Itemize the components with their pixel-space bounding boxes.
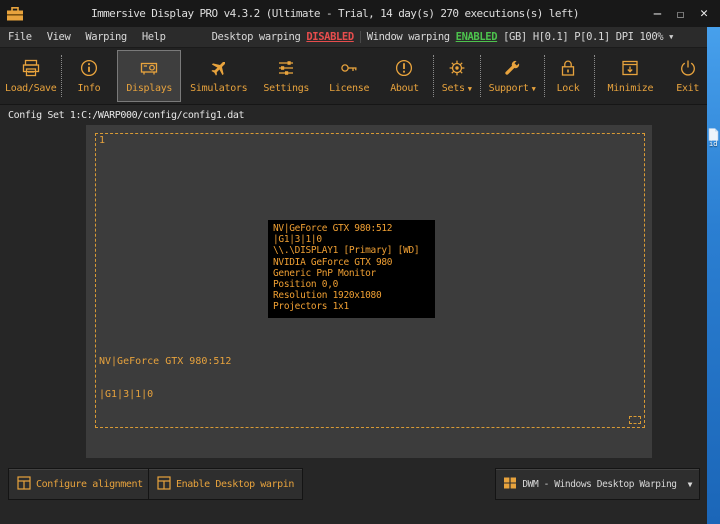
toolbar: Load/Save Info Displays Simulators Setti…: [0, 48, 707, 105]
configure-alignment-button[interactable]: Configure alignment: [8, 468, 152, 500]
about-button[interactable]: About: [382, 50, 427, 102]
dropdown-caret-icon: ▼: [687, 479, 693, 489]
menubar: File View Warping Help Desktop warping D…: [0, 27, 707, 48]
minimize-window-button[interactable]: ─: [654, 7, 661, 21]
displays-button[interactable]: Displays: [117, 50, 182, 102]
window-warping-label: Window warping: [366, 31, 450, 43]
minimize-window-icon: [620, 58, 640, 81]
bottom-bar: Configure alignment Enable Desktop warpi…: [0, 462, 707, 524]
display-panel: 1 NV|GeForce GTX 980:512 |G1|3|1|0 NV|Ge…: [86, 125, 652, 458]
menubar-divider: [359, 31, 361, 43]
gpu-label-line: |G1|3|1|0: [99, 389, 154, 400]
sets-label: Sets: [441, 83, 465, 94]
desktop-warping-status[interactable]: DISABLED: [306, 31, 354, 43]
menu-item-warping[interactable]: Warping: [85, 31, 127, 43]
menu-item-file[interactable]: File: [8, 31, 32, 43]
toolbar-separator: [432, 55, 434, 97]
info-label: Info: [77, 83, 101, 94]
dpi-indicator[interactable]: DPI 100%: [616, 31, 664, 43]
wrench-icon: [502, 58, 522, 81]
alignment-grid-icon: [17, 475, 31, 493]
app-icon[interactable]: [6, 5, 24, 26]
about-label: About: [390, 83, 419, 94]
exit-label: Exit: [676, 83, 700, 94]
tooltip-line: Position 0,0: [273, 279, 339, 291]
chevron-down-icon: ▼: [531, 84, 536, 93]
app-window: id Immersive Display PRO v4.3.2 (Ultimat…: [0, 0, 720, 524]
desktop-warping-label: Desktop warping: [211, 31, 301, 43]
license-button[interactable]: License: [322, 50, 376, 102]
window-titlebar: Immersive Display PRO v4.3.2 (Ultimate -…: [0, 0, 720, 27]
tooltip-line: Resolution 1920x1080: [273, 290, 382, 302]
gpu-label-line: NV|GeForce GTX 980:512: [99, 356, 232, 367]
tooltip-line: NV|GeForce GTX 980:512: [273, 223, 393, 234]
simulators-button[interactable]: Simulators: [185, 50, 252, 102]
airplane-icon: [209, 58, 229, 81]
gear-icon: [447, 58, 467, 81]
heading-pitch-indicator: H[0.1] P[0.1]: [532, 31, 610, 43]
support-label: Support: [488, 83, 529, 94]
minimize-label: Minimize: [607, 83, 654, 94]
lock-button[interactable]: Lock: [548, 50, 589, 102]
about-icon: [394, 58, 414, 81]
save-icon: [21, 58, 41, 81]
config-path-text: Config Set 1:C:/WARP000/config/config1.d…: [8, 110, 245, 121]
menu-item-view[interactable]: View: [47, 31, 71, 43]
tooltip-line: Projectors 1x1: [273, 301, 349, 313]
power-icon: [678, 58, 698, 81]
tooltip-line: NVIDIA GeForce GTX 980: [273, 256, 393, 268]
license-label: License: [329, 83, 370, 94]
tooltip-line: Generic PnP Monitor: [273, 267, 376, 279]
tooltip-line: \\.\DISPLAY1 [Primary] [WD]: [273, 245, 420, 257]
maximize-window-button[interactable]: ☐: [677, 7, 684, 21]
toolbar-separator: [479, 55, 481, 97]
lock-icon: [558, 58, 578, 81]
display-info-tooltip: NV|GeForce GTX 980:512 |G1|3|1|0 \\.\DIS…: [268, 220, 435, 318]
toolbar-separator: [543, 55, 545, 97]
configure-alignment-label: Configure alignment: [36, 478, 143, 490]
window-warping-status[interactable]: ENABLED: [456, 31, 498, 43]
enable-desktop-warping-button[interactable]: Enable Desktop warpin: [148, 468, 304, 500]
close-window-button[interactable]: ✕: [700, 6, 708, 21]
gpu-label: NV|GeForce GTX 980:512 |G1|3|1|0: [99, 334, 231, 422]
load-save-label: Load/Save: [5, 83, 57, 94]
enable-desktop-warping-label: Enable Desktop warpin: [176, 478, 295, 490]
menu-item-help[interactable]: Help: [142, 31, 166, 43]
settings-icon: [276, 58, 296, 81]
desktop-icon-label: id: [709, 140, 718, 148]
support-button[interactable]: Support ▼: [484, 50, 541, 102]
displays-label: Displays: [126, 83, 173, 94]
windows-logo-icon: [503, 476, 517, 493]
warping-mode-label: DWM - Windows Desktop Warping: [522, 478, 677, 490]
displays-icon: [139, 58, 159, 81]
chevron-down-icon: ▼: [467, 84, 472, 93]
gb-indicator: [GB]: [503, 31, 527, 43]
toolbar-separator: [60, 55, 62, 97]
settings-button[interactable]: Settings: [256, 50, 316, 102]
display-layout-area: 1 NV|GeForce GTX 980:512 |G1|3|1|0 NV|Ge…: [0, 122, 707, 462]
info-button[interactable]: Info: [69, 50, 110, 102]
window-title: Immersive Display PRO v4.3.2 (Ultimate -…: [91, 7, 579, 20]
resize-handle[interactable]: [629, 416, 641, 424]
load-save-button[interactable]: Load/Save: [4, 50, 58, 102]
simulators-label: Simulators: [190, 83, 248, 94]
exit-button[interactable]: Exit: [666, 50, 709, 102]
sets-button[interactable]: Sets ▼: [437, 50, 477, 102]
lock-label: Lock: [556, 83, 580, 94]
tooltip-line: |G1|3|1|0: [273, 234, 322, 246]
key-icon: [339, 58, 359, 81]
dpi-caret-icon[interactable]: ▼: [669, 33, 673, 41]
warping-mode-select[interactable]: DWM - Windows Desktop Warping ▼: [495, 468, 700, 500]
settings-label: Settings: [263, 83, 310, 94]
toolbar-separator: [594, 55, 596, 97]
info-icon: [79, 58, 99, 81]
minimize-app-button[interactable]: Minimize: [598, 50, 662, 102]
warping-window-icon: [157, 475, 171, 493]
display-number: 1: [99, 135, 106, 146]
